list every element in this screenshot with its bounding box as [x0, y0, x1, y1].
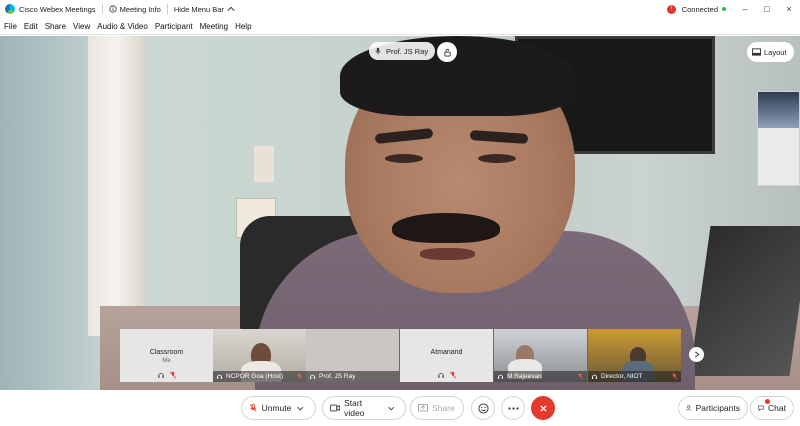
background-curtain: [88, 36, 146, 336]
connection-alert-icon: !: [666, 4, 676, 14]
chat-button[interactable]: Chat: [750, 396, 794, 420]
participant-name: NCPOR Goa (Host): [226, 373, 284, 380]
filmstrip: Classroom Me NCPOR Goa (Host) Prof. JS R…: [120, 329, 681, 382]
speaker-moustache: [392, 213, 500, 243]
chevron-down-icon[interactable]: [297, 406, 304, 411]
meeting-info-label: Meeting Info: [119, 4, 161, 14]
leave-meeting-button[interactable]: [531, 396, 555, 420]
participant-name: Prof. JS Ray: [319, 373, 356, 380]
mic-muted-icon: [671, 373, 678, 380]
chevron-down-icon[interactable]: [387, 406, 394, 411]
participant-name: Atmanand: [430, 349, 463, 356]
close-icon: [539, 404, 547, 412]
background-socket: [254, 146, 274, 182]
menu-edit[interactable]: Edit: [24, 22, 38, 31]
webex-logo-icon: [5, 4, 15, 14]
participant-tile[interactable]: Director, NIOT: [588, 329, 681, 382]
more-options-button[interactable]: [501, 396, 525, 420]
background-calendar: [757, 91, 800, 186]
headset-icon: [437, 373, 444, 378]
participant-name: Director, NIOT: [601, 373, 643, 380]
menu-share[interactable]: Share: [45, 22, 66, 31]
headset-icon: [592, 374, 597, 379]
chat-bubble-icon: [758, 405, 764, 412]
speaker-eye: [385, 154, 423, 163]
hide-menu-bar-label: Hide Menu Bar: [173, 4, 224, 14]
participant-tile[interactable]: NCPOR Goa (Host): [213, 329, 306, 382]
layout-label: Layout: [764, 47, 787, 57]
chat-label: Chat: [768, 403, 786, 413]
menu-bar: File Edit Share View Audio & Video Parti…: [0, 18, 800, 35]
menu-audio-video[interactable]: Audio & Video: [97, 22, 148, 31]
mic-muted-icon: [169, 371, 176, 379]
layout-icon: [752, 48, 761, 56]
divider: [166, 4, 168, 14]
mic-muted-icon: [577, 373, 584, 380]
share-button[interactable]: Share: [410, 396, 464, 420]
divider: [101, 4, 103, 14]
participant-tile[interactable]: Atmanand: [400, 329, 493, 382]
start-video-label: Start video: [344, 398, 365, 418]
connection-indicator-icon: [722, 7, 726, 11]
menu-file[interactable]: File: [4, 22, 17, 31]
app-title: Cisco Webex Meetings: [19, 4, 96, 14]
active-speaker-name: Prof. JS Ray: [386, 46, 429, 56]
mic-muted-icon: [449, 371, 456, 379]
headset-icon: [157, 373, 164, 378]
title-bar: Cisco Webex Meetings Meeting Info Hide M…: [0, 0, 800, 18]
speaker-mouth: [420, 248, 475, 260]
unmute-button[interactable]: Unmute: [241, 396, 316, 420]
mic-muted-icon: [296, 373, 303, 380]
close-button[interactable]: ×: [778, 4, 800, 14]
participant-name: M Rajeevan: [507, 373, 542, 380]
headset-icon: [217, 374, 222, 379]
headset-icon: [310, 374, 315, 379]
background-laptop: [689, 226, 800, 376]
unmute-label: Unmute: [261, 403, 292, 413]
participant-name: Classroom: [149, 349, 184, 356]
menu-participant[interactable]: Participant: [155, 22, 193, 31]
maximize-button[interactable]: □: [756, 4, 778, 14]
menu-view[interactable]: View: [73, 22, 90, 31]
participant-tile[interactable]: M Rajeevan: [494, 329, 587, 382]
smiley-icon: [477, 402, 489, 414]
participant-tile[interactable]: Prof. JS Ray: [306, 329, 399, 382]
person-icon: [686, 405, 692, 411]
microphone-icon: [375, 47, 381, 55]
minimize-button[interactable]: –: [734, 4, 756, 14]
filmstrip-next-button[interactable]: [689, 347, 704, 362]
layout-button[interactable]: Layout: [747, 42, 794, 62]
more-horizontal-icon: [507, 406, 519, 410]
reactions-button[interactable]: [471, 396, 495, 420]
unlock-icon: [443, 48, 451, 57]
share-label: Share: [432, 403, 455, 413]
hide-menu-bar-button[interactable]: Hide Menu Bar: [174, 5, 238, 14]
menu-meeting[interactable]: Meeting: [200, 22, 228, 31]
menu-help[interactable]: Help: [235, 22, 251, 31]
speaker-eye: [478, 154, 516, 163]
participant-self-label: Me: [162, 358, 171, 364]
active-speaker-label: Prof. JS Ray: [369, 42, 436, 60]
connection-status: Connected: [681, 4, 718, 14]
mic-muted-icon: [249, 404, 257, 412]
participant-tile[interactable]: Classroom Me: [120, 329, 213, 382]
info-icon: [108, 5, 117, 13]
video-camera-icon: [330, 404, 341, 412]
start-video-button[interactable]: Start video: [322, 396, 406, 420]
meeting-controls: Unmute Start video Share Participants Ch…: [0, 390, 800, 426]
meeting-info-button[interactable]: Meeting Info: [108, 4, 161, 14]
chat-notification-badge: [765, 399, 770, 404]
lock-speaker-button[interactable]: [437, 42, 457, 62]
participants-button[interactable]: Participants: [678, 396, 748, 420]
headset-icon: [498, 374, 503, 379]
chevron-right-icon: [694, 351, 700, 358]
participants-label: Participants: [695, 403, 740, 413]
chevron-up-icon: [227, 6, 235, 11]
share-screen-icon: [418, 403, 428, 411]
